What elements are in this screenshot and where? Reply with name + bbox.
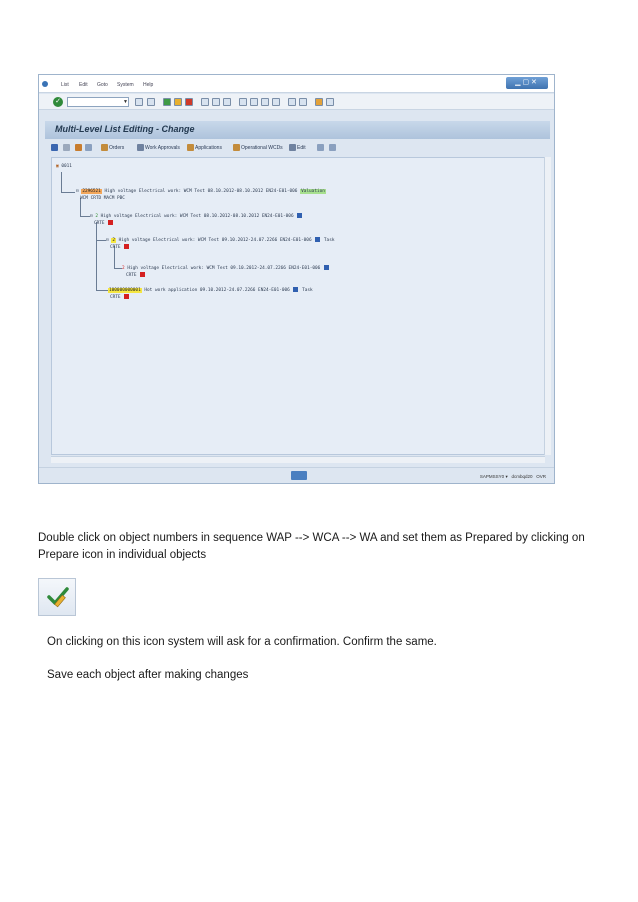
orders-button[interactable]: Orders xyxy=(109,145,124,151)
green-back-icon[interactable] xyxy=(163,98,171,106)
tree-connector xyxy=(61,192,75,193)
shortcut-icon[interactable] xyxy=(299,98,307,106)
tree-connector xyxy=(114,268,122,269)
collapse-icon[interactable] xyxy=(75,144,82,151)
status-bar: SAPMSSY0 ▾ dcmbqd20 OVR xyxy=(39,467,554,483)
operational-wcds-button[interactable]: Operational WCDs xyxy=(241,145,283,151)
applications-button[interactable]: Applications xyxy=(195,145,222,151)
object-type-icon xyxy=(315,237,321,242)
new-session-icon[interactable] xyxy=(288,98,296,106)
system-info: SAPMSSY0 ▾ dcmbqd20 OVR xyxy=(479,474,546,479)
object-number-wa[interactable]: 2 xyxy=(111,238,116,243)
command-field[interactable] xyxy=(67,97,129,107)
object-type-icon xyxy=(293,287,299,292)
help-icon[interactable] xyxy=(315,98,323,106)
object-number-wa-child[interactable]: 2 xyxy=(122,266,125,271)
vertical-scrollbar[interactable] xyxy=(544,157,551,455)
enter-icon[interactable]: ✓ xyxy=(53,97,63,107)
tree-connector xyxy=(96,290,108,291)
first-page-icon[interactable] xyxy=(239,98,247,106)
status-line-wap: WCM CRTD MACM PBC xyxy=(80,196,125,201)
applications-icon[interactable] xyxy=(187,144,194,151)
tree-connector xyxy=(96,240,106,241)
tree-area: ▣ 0011 ⊟ 2296521 High voltage Electrical… xyxy=(51,157,545,455)
tree-node-wca[interactable]: ⊟ 2 High voltage Electrical work: WCM Te… xyxy=(90,213,303,219)
object-type-icon xyxy=(323,265,329,270)
valuation-tag: Valuation xyxy=(300,189,326,194)
screen-title: Multi-Level List Editing - Change xyxy=(55,124,195,134)
instruction-confirm: On clicking on this icon system will ask… xyxy=(47,636,437,648)
sap-screenshot: List Edit Goto System Help ▁▢✕ ✓ ▼ Multi… xyxy=(38,74,555,484)
object-number-wap[interactable]: 2296521 xyxy=(81,189,102,194)
orders-icon[interactable] xyxy=(101,144,108,151)
status-red-icon xyxy=(140,272,146,277)
find-icon[interactable] xyxy=(212,98,220,106)
tree-connector xyxy=(61,172,62,192)
status-line-wa: CRTE xyxy=(110,244,130,250)
cancel-icon[interactable] xyxy=(185,98,193,106)
filter-icon[interactable] xyxy=(317,144,324,151)
menu-system[interactable]: System xyxy=(117,82,134,88)
command-dropdown-icon[interactable]: ▼ xyxy=(123,99,128,105)
sap-logo-icon xyxy=(291,471,307,480)
window-controls[interactable]: ▁▢✕ xyxy=(506,77,548,89)
tree-connector xyxy=(96,222,97,290)
screen-title-bar: Multi-Level List Editing - Change xyxy=(45,121,550,139)
find-next-icon[interactable] xyxy=(223,98,231,106)
status-line-wa-child: CRTE xyxy=(126,272,146,278)
operational-wcds-icon[interactable] xyxy=(233,144,240,151)
menu-help[interactable]: Help xyxy=(143,82,153,88)
exit-icon[interactable] xyxy=(174,98,182,106)
standard-toolbar: ✓ ▼ xyxy=(39,94,554,110)
status-line-hot-work: CRTE xyxy=(110,294,130,300)
tree-node-wa[interactable]: ⊟ 2 High voltage Electrical work: WCM Te… xyxy=(106,237,334,243)
prepare-check-pencil-icon xyxy=(47,587,69,608)
object-type-icon xyxy=(297,213,303,218)
application-toolbar: Orders Work Approvals Applications Opera… xyxy=(45,141,550,155)
work-approvals-icon[interactable] xyxy=(137,144,144,151)
work-approvals-button[interactable]: Work Approvals xyxy=(145,145,180,151)
prepare-icon[interactable] xyxy=(63,144,70,151)
menu-list[interactable]: List xyxy=(61,82,69,88)
object-number-hot-work[interactable]: 100000000001 xyxy=(108,288,142,293)
object-number-wca[interactable]: 2 xyxy=(95,214,98,219)
prev-page-icon[interactable] xyxy=(250,98,258,106)
status-red-icon xyxy=(124,244,130,249)
sap-menu-bar: List Edit Goto System Help ▁▢✕ xyxy=(39,75,554,93)
status-red-icon xyxy=(108,220,114,225)
horizontal-scrollbar[interactable] xyxy=(51,456,545,463)
tree-node-hot-work[interactable]: 100000000001 Hot work application 09.10.… xyxy=(108,287,313,293)
status-red-icon xyxy=(124,294,130,299)
edit-button[interactable]: Edit xyxy=(297,145,306,151)
print-icon[interactable] xyxy=(201,98,209,106)
prepare-icon-image xyxy=(38,578,76,616)
last-page-icon[interactable] xyxy=(272,98,280,106)
menu-goto[interactable]: Goto xyxy=(97,82,108,88)
tree-node-wap[interactable]: ⊟ 2296521 High voltage Electrical work: … xyxy=(76,189,326,194)
expand-icon[interactable] xyxy=(85,144,92,151)
tree-connector xyxy=(80,216,90,217)
tree-node-wa-child[interactable]: 2 High voltage Electrical work: WCM Test… xyxy=(122,265,330,271)
edit-icon[interactable] xyxy=(289,144,296,151)
instruction-sequence: Double click on object numbers in sequen… xyxy=(38,532,585,561)
display-change-icon[interactable] xyxy=(51,144,58,151)
tree-root[interactable]: ▣ 0011 xyxy=(56,164,72,169)
status-line-wca: CRTE xyxy=(94,220,114,226)
menu-edit[interactable]: Edit xyxy=(79,82,88,88)
instruction-save: Save each object after making changes xyxy=(47,669,249,681)
sap-window-icon xyxy=(42,81,48,87)
next-page-icon[interactable] xyxy=(261,98,269,106)
save-icon[interactable] xyxy=(147,98,155,106)
layout-icon[interactable] xyxy=(326,98,334,106)
list-settings-icon[interactable] xyxy=(329,144,336,151)
back-icon[interactable] xyxy=(135,98,143,106)
